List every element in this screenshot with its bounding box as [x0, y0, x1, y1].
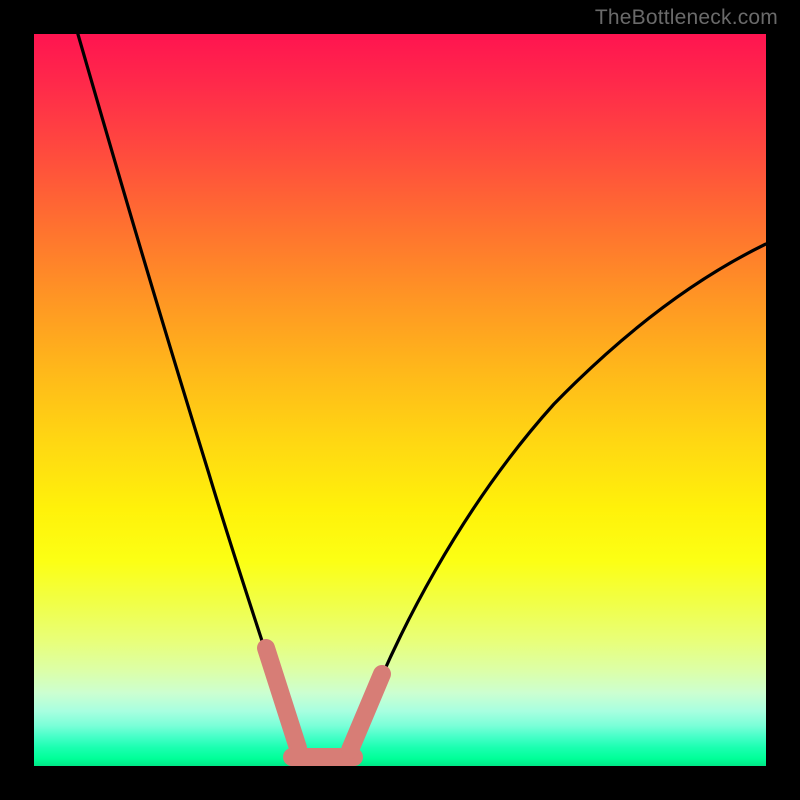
watermark-text: TheBottleneck.com	[595, 6, 778, 30]
chart-frame: TheBottleneck.com	[0, 0, 800, 800]
curve-layer	[34, 34, 766, 766]
optimal-zone-markers	[266, 648, 382, 757]
bottleneck-curve	[78, 34, 766, 758]
plot-area	[34, 34, 766, 766]
optimal-marker-left-descent	[266, 648, 298, 748]
optimal-marker-right-ascent	[350, 674, 382, 750]
